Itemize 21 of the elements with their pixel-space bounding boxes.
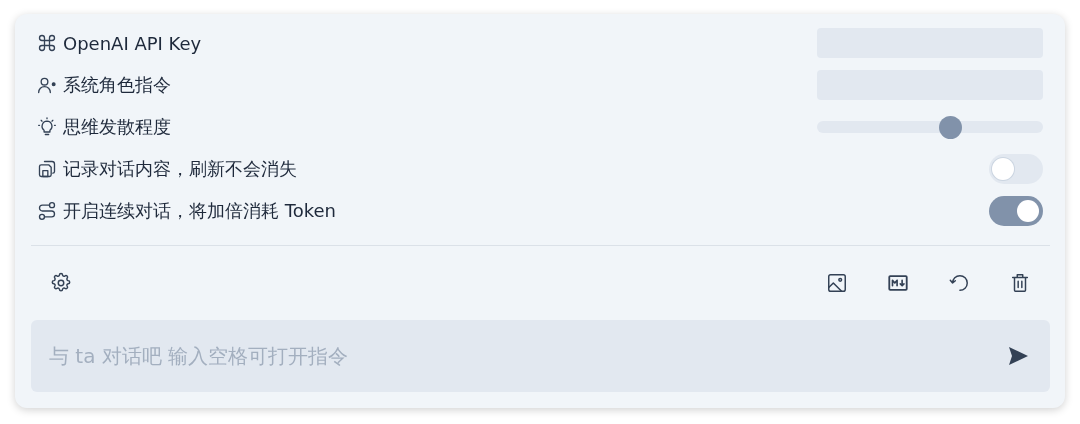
toggle-switch[interactable] xyxy=(989,196,1043,226)
setting-label: 开启连续对话，将加倍消耗 Token xyxy=(63,199,336,223)
slider[interactable] xyxy=(817,115,1043,139)
message-input[interactable]: 与 ta 对话吧 输入空格可打开指令 xyxy=(31,320,1050,392)
lightbulb-icon xyxy=(37,117,57,137)
image-icon[interactable] xyxy=(826,272,848,294)
command-icon xyxy=(37,33,57,53)
settings-icon[interactable] xyxy=(50,272,72,294)
setting-label: 思维发散程度 xyxy=(63,115,171,139)
setting-label: OpenAI API Key xyxy=(63,32,202,54)
toggle-switch[interactable] xyxy=(989,154,1043,184)
send-icon[interactable] xyxy=(1006,344,1030,368)
setting-label: 系统角色指令 xyxy=(63,73,171,97)
route-icon xyxy=(37,201,57,221)
save-icon xyxy=(37,159,57,179)
setting-label: 记录对话内容，刷新不会消失 xyxy=(63,157,297,181)
user-icon xyxy=(37,75,57,95)
trash-icon[interactable] xyxy=(1009,272,1031,294)
markdown-icon[interactable] xyxy=(887,272,909,294)
refresh-icon[interactable] xyxy=(948,272,970,294)
slider-thumb[interactable] xyxy=(939,115,963,139)
